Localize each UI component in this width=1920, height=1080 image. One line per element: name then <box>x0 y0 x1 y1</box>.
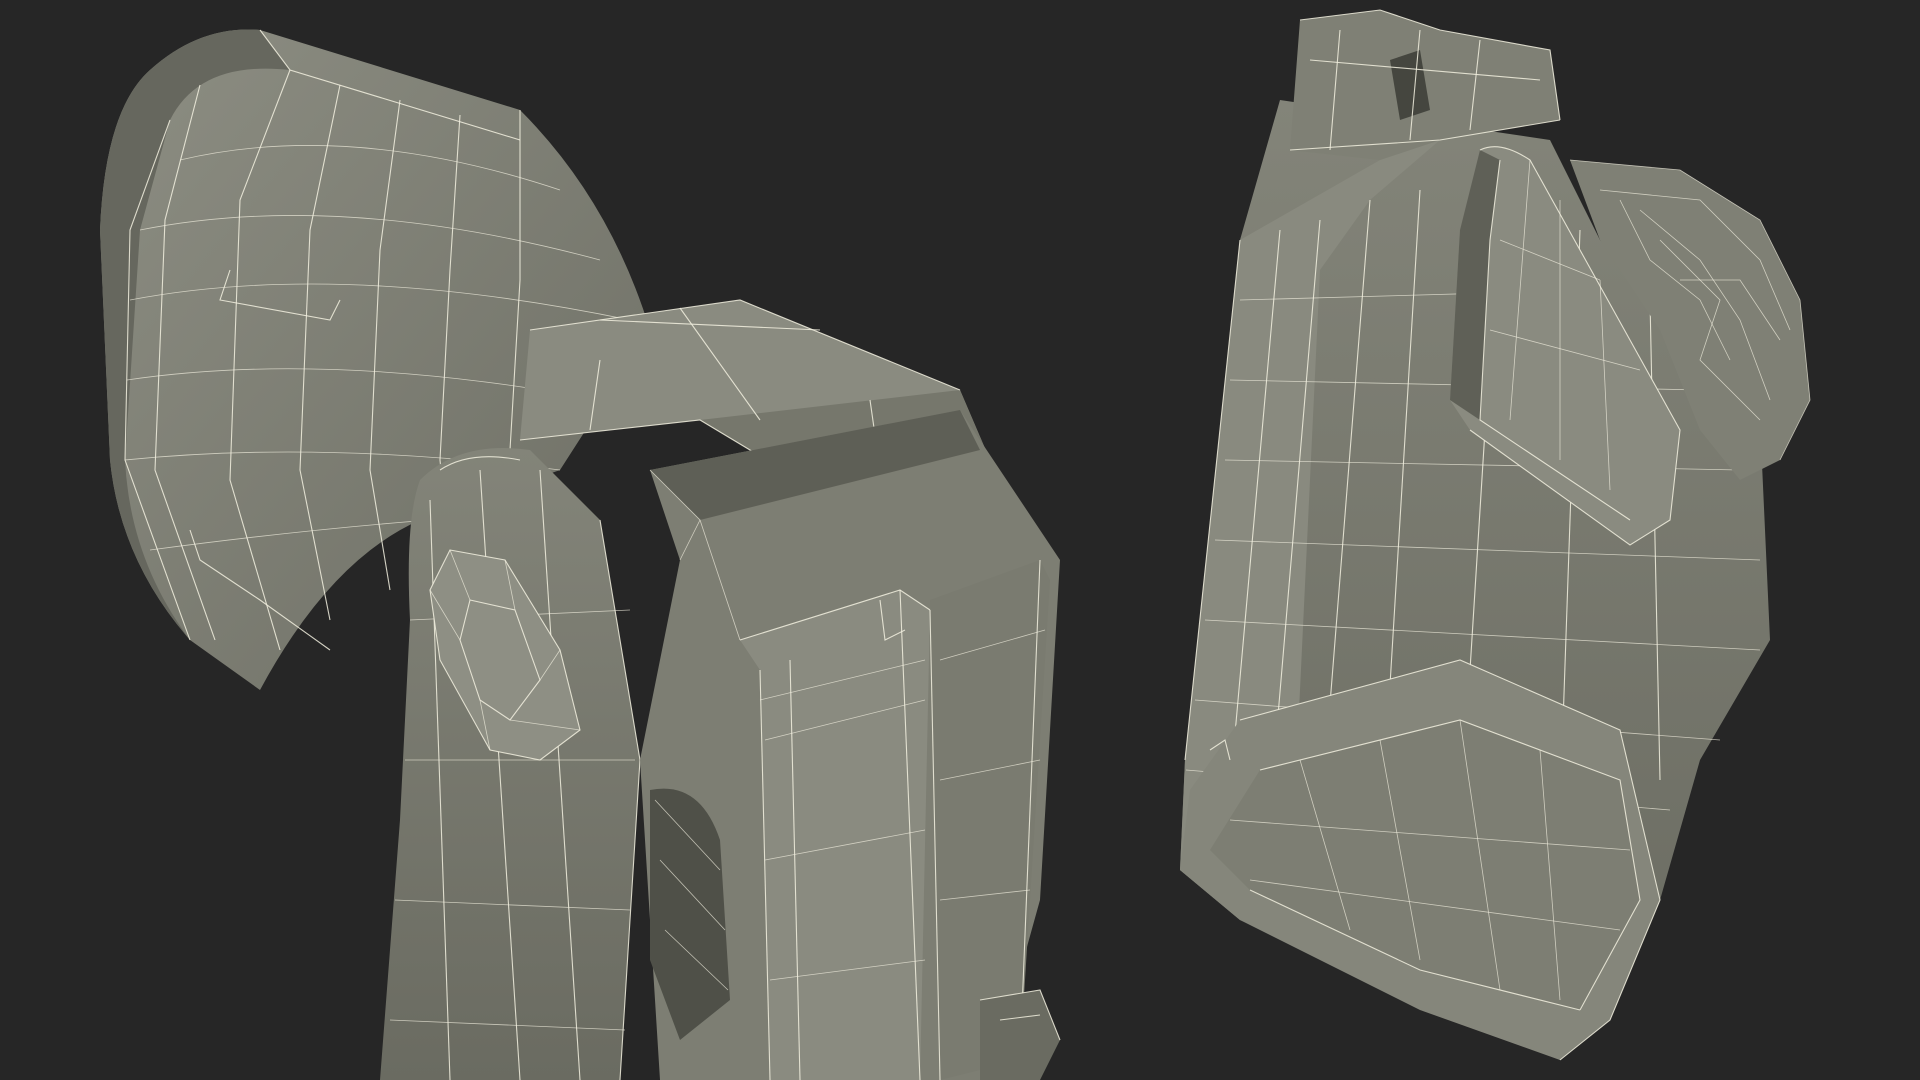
right-view <box>1180 9 1811 1061</box>
lamp-body <box>640 410 1061 1080</box>
render-canvas <box>100 9 1811 1080</box>
yoke-arm <box>380 448 641 1080</box>
bottom-face <box>1180 659 1661 1061</box>
viewport[interactable] <box>0 0 1920 1080</box>
left-view <box>100 29 1061 1080</box>
